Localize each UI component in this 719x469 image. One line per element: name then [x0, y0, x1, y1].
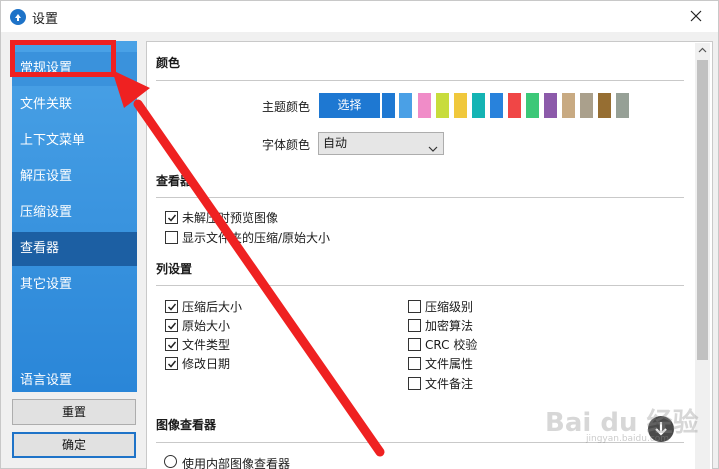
columns-section-title: 列设置	[156, 262, 193, 276]
viewer-option-preview[interactable]: 未解压时预览图像	[165, 209, 278, 225]
scroll-thumb[interactable]	[697, 60, 708, 360]
font-color-select[interactable]: 自动	[318, 132, 444, 155]
color-swatch[interactable]	[454, 93, 467, 118]
color-swatch[interactable]	[544, 93, 557, 118]
section-divider	[156, 285, 684, 286]
checkbox[interactable]	[165, 337, 178, 351]
sidebar-item-other[interactable]: 其它设置	[12, 268, 137, 302]
checkbox[interactable]	[408, 318, 421, 332]
scroll-up-icon[interactable]	[695, 43, 710, 58]
settings-window: 常规设置 文件关联 上下文菜单 解压设置 压缩设置 查看器 其它设置 语言设置 …	[0, 32, 719, 469]
color-swatch[interactable]	[382, 93, 395, 118]
column-compression-level[interactable]: 压缩级别	[408, 298, 473, 314]
close-icon[interactable]	[686, 6, 706, 26]
font-color-value: 自动	[323, 136, 348, 150]
checkbox[interactable]	[165, 299, 178, 313]
sidebar-item-compress[interactable]: 压缩设置	[12, 196, 137, 230]
theme-color-label: 主题颜色	[262, 100, 311, 114]
checkbox[interactable]	[165, 356, 178, 370]
window-title: 设置	[32, 12, 59, 27]
section-divider	[156, 197, 684, 198]
color-swatch[interactable]	[436, 93, 449, 118]
section-divider	[156, 80, 684, 81]
ok-button[interactable]: 确定	[12, 432, 136, 458]
chevron-down-icon	[428, 139, 438, 160]
checkbox[interactable]	[408, 299, 421, 313]
sidebar-item-language[interactable]: 语言设置	[12, 364, 137, 398]
column-crc[interactable]: CRC 校验	[408, 336, 477, 352]
checkbox[interactable]	[408, 356, 421, 370]
column-modified-date[interactable]: 修改日期	[165, 355, 230, 371]
column-file-type[interactable]: 文件类型	[165, 336, 230, 352]
reset-button[interactable]: 重置	[12, 399, 136, 425]
sidebar-item-viewer[interactable]: 查看器	[12, 232, 137, 266]
color-swatch[interactable]	[418, 93, 431, 118]
internal-viewer-label: 使用内部图像查看器	[182, 457, 291, 469]
color-swatch[interactable]	[526, 93, 539, 118]
checkbox[interactable]	[165, 230, 178, 244]
font-color-label: 字体颜色	[262, 138, 311, 152]
column-original-size[interactable]: 原始大小	[165, 317, 230, 333]
viewer-section-title: 查看器	[156, 174, 193, 188]
viewer-option-folder-size[interactable]: 显示文件夹的压缩/原始大小	[165, 229, 330, 245]
checkbox[interactable]	[408, 376, 421, 390]
image-viewer-section-title: 图像查看器	[156, 418, 217, 432]
sidebar-item-extract[interactable]: 解压设置	[12, 160, 137, 194]
color-swatch[interactable]	[490, 93, 503, 118]
app-logo-icon	[10, 9, 26, 25]
radio-internal-viewer[interactable]	[164, 455, 177, 468]
color-swatch[interactable]	[508, 93, 521, 118]
column-compressed-size[interactable]: 压缩后大小	[165, 298, 242, 314]
settings-panel: 颜色 主题颜色 选择 字体颜色 自动 查看器 未解压时预览图像 显示文件夹的压缩…	[146, 41, 713, 469]
color-swatch[interactable]	[562, 93, 575, 118]
sidebar-item-file-association[interactable]: 文件关联	[12, 88, 137, 122]
column-encryption[interactable]: 加密算法	[408, 317, 473, 333]
color-swatch[interactable]	[598, 93, 611, 118]
checkbox[interactable]	[165, 210, 178, 224]
color-swatch[interactable]	[472, 93, 485, 118]
color-swatch[interactable]	[616, 93, 629, 118]
annotation-rectangle	[10, 40, 116, 77]
sidebar: 常规设置 文件关联 上下文菜单 解压设置 压缩设置 查看器 其它设置 语言设置	[12, 41, 137, 392]
section-divider	[156, 442, 684, 443]
sidebar-item-context-menu[interactable]: 上下文菜单	[12, 124, 137, 158]
column-comment[interactable]: 文件备注	[408, 375, 473, 391]
color-section-title: 颜色	[156, 56, 181, 70]
checkbox[interactable]	[165, 318, 178, 332]
scrollbar[interactable]	[695, 43, 710, 469]
pick-color-button[interactable]: 选择	[319, 93, 380, 118]
scroll-down-icon[interactable]	[648, 416, 674, 442]
color-swatch[interactable]	[399, 93, 412, 118]
column-attributes[interactable]: 文件属性	[408, 355, 473, 371]
color-swatch[interactable]	[580, 93, 593, 118]
title-bar: 设置	[0, 0, 719, 32]
checkbox[interactable]	[408, 337, 421, 351]
